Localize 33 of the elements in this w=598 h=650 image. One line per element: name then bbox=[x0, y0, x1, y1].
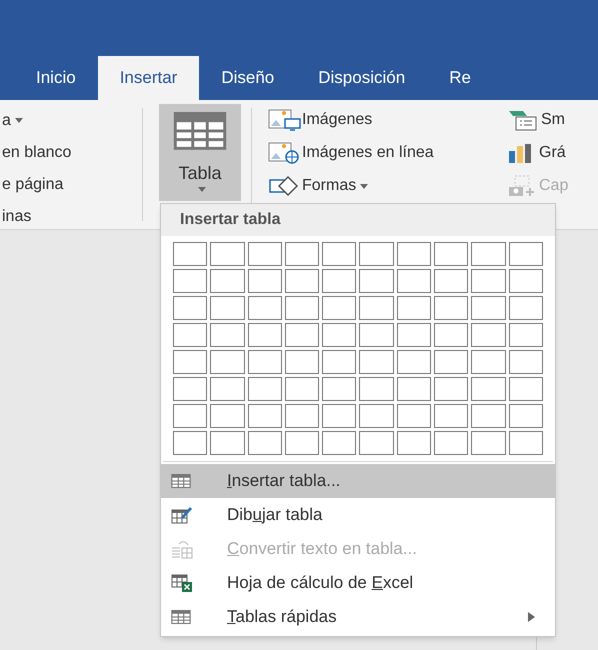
menu-item[interactable]: Insertar tabla... bbox=[161, 464, 555, 498]
table-button[interactable]: Tabla bbox=[159, 104, 241, 201]
ribbon-tab[interactable]: Disposición bbox=[296, 56, 428, 100]
ribbon-button[interactable]: Grá bbox=[507, 139, 568, 167]
ribbon-tab[interactable]: Insertar bbox=[98, 56, 200, 100]
ribbon-button[interactable]: Imágenes en línea bbox=[268, 139, 507, 167]
menu-item[interactable]: Hoja de cálculo de Excel bbox=[161, 566, 555, 600]
ribbon-button[interactable]: e página bbox=[2, 172, 64, 196]
camera-plus-icon bbox=[507, 175, 537, 197]
smartart-icon bbox=[507, 109, 539, 131]
table-icon bbox=[171, 610, 191, 624]
menu-header: Insertar tabla bbox=[161, 204, 555, 236]
menu-item[interactable]: Dibujar tabla bbox=[161, 498, 555, 532]
ribbon-button[interactable]: a bbox=[2, 108, 11, 132]
ribbon-button[interactable]: Imágenes bbox=[268, 106, 507, 134]
caret-icon bbox=[14, 118, 23, 123]
caret-icon bbox=[198, 186, 206, 192]
picture-monitor-icon bbox=[268, 109, 302, 131]
table-icon bbox=[173, 112, 227, 150]
caret-icon bbox=[360, 184, 368, 188]
ribbon-tab[interactable]: Re bbox=[427, 56, 493, 100]
table-icon bbox=[171, 474, 191, 488]
excel-table-icon bbox=[171, 573, 193, 593]
ribbon-button[interactable]: inas bbox=[2, 204, 32, 228]
ribbon-tab[interactable]: Inicio bbox=[14, 56, 98, 100]
ribbon-button[interactable]: Sm bbox=[507, 106, 568, 134]
ribbon-button[interactable]: en blanco bbox=[2, 140, 72, 164]
ribbon-tab[interactable]: Diseño bbox=[199, 56, 296, 100]
ribbon-button[interactable]: Formas bbox=[268, 172, 507, 200]
submenu-arrow-icon bbox=[528, 612, 535, 622]
text-to-table-icon bbox=[171, 539, 193, 559]
menu-item[interactable]: Tablas rápidas bbox=[161, 600, 555, 634]
table-pencil-icon bbox=[171, 505, 193, 525]
